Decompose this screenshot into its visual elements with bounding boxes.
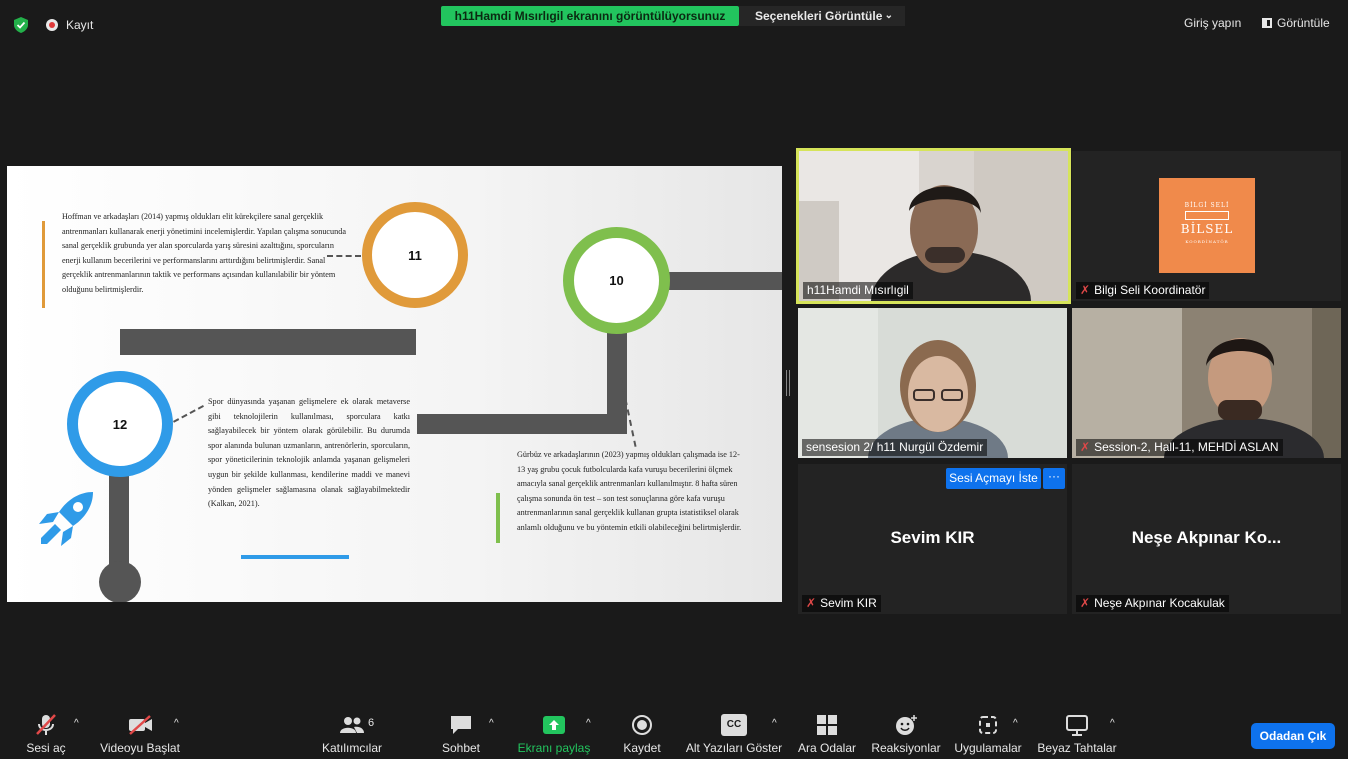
- top-bar: Kayıt h11Hamdi Mısırlıgil ekranını görün…: [0, 0, 1348, 50]
- video-tile-bilgi-seli[interactable]: BİLGİ SELİ BİLSEL KOORDİNATÖR ✗ Bilgi Sel…: [1072, 151, 1341, 301]
- mic-muted-icon: [36, 714, 56, 735]
- participant-name-tag: ✗ Bilgi Seli Koordinatör: [1076, 282, 1210, 299]
- apps-icon: [979, 716, 997, 734]
- share-options-caret[interactable]: ^: [586, 718, 591, 729]
- view-options-label: Seçenekleri Görüntüle: [755, 9, 883, 23]
- video-options-caret[interactable]: ^: [174, 718, 179, 729]
- share-screen-icon: [543, 716, 565, 734]
- apps-options-caret[interactable]: ^: [1013, 718, 1018, 729]
- step-11-circle: 11: [362, 202, 468, 308]
- accent-line-blue: [241, 555, 349, 559]
- video-tile-mehdi[interactable]: ✗ Session-2, Hall-11, MEHDİ ASLAN: [1072, 308, 1341, 458]
- rocket-icon: [39, 492, 93, 546]
- view-label: Görüntüle: [1277, 16, 1330, 30]
- text-block-11: Hoffman ve arkadaşları (2014) yapmış old…: [62, 212, 346, 294]
- unmute-button[interactable]: Sesi aç: [14, 708, 78, 759]
- logo-sub-text: KOORDİNATÖR: [1185, 239, 1229, 244]
- record-icon: [632, 715, 652, 735]
- logo-main-text: BİLSEL: [1180, 222, 1234, 236]
- record-button[interactable]: Kaydet: [616, 708, 668, 759]
- leave-room-button[interactable]: Odadan Çık: [1251, 723, 1335, 749]
- reactions-icon: [896, 715, 917, 735]
- participant-video: [799, 151, 1068, 301]
- shield-icon[interactable]: [14, 17, 28, 33]
- meeting-toolbar: Sesi aç ^ Videoyu Başlat ^ Katılımcılar …: [0, 708, 1348, 759]
- track-bar-right-top: [662, 272, 782, 290]
- participant-name-tag: ✗ Session-2, Hall-11, MEHDİ ASLAN: [1076, 439, 1283, 456]
- breakout-rooms-icon: [817, 715, 837, 735]
- participant-display-name: Neşe Akpınar Ko...: [1131, 528, 1282, 547]
- captions-options-caret[interactable]: ^: [772, 718, 777, 729]
- login-button[interactable]: Giriş yapın: [1184, 16, 1241, 30]
- participant-name-tag: ✗ Sevim KIR: [802, 595, 881, 612]
- captions-icon: CC: [721, 714, 747, 736]
- captions-button[interactable]: CC Alt Yazıları Göster: [684, 708, 784, 759]
- share-screen-button[interactable]: Ekranı paylaş: [514, 708, 594, 759]
- view-button[interactable]: Görüntüle: [1262, 16, 1330, 30]
- accent-bar-orange: [42, 221, 45, 308]
- chat-options-caret[interactable]: ^: [489, 718, 494, 729]
- connector-12: [173, 405, 204, 423]
- participant-video: [798, 308, 1067, 458]
- breakout-rooms-button[interactable]: Ara Odalar: [794, 708, 860, 759]
- mic-muted-icon: ✗: [1080, 596, 1091, 610]
- whiteboards-button[interactable]: Beyaz Tahtalar: [1036, 708, 1118, 759]
- participant-name-tag: sensesion 2/ h11 Nurgül Özdemir: [802, 439, 988, 456]
- text-block-10: Gürbüz ve arkadaşlarının (2023) yapmış o…: [517, 450, 742, 532]
- chat-icon: [451, 716, 471, 734]
- participants-icon: [340, 717, 364, 733]
- track-bar-top: [120, 329, 416, 355]
- text-block-12: Spor dünyasında yaşanan gelişmelere ek o…: [208, 397, 410, 509]
- start-video-button[interactable]: Videoyu Başlat: [96, 708, 184, 759]
- bilsel-logo: BİLGİ SELİ BİLSEL KOORDİNATÖR: [1159, 178, 1255, 273]
- track-horizontal-mid: [417, 414, 627, 434]
- video-tile-nurgul[interactable]: sensesion 2/ h11 Nurgül Özdemir: [798, 308, 1067, 458]
- participant-name-tag: ✗ Neşe Akpınar Kocakulak: [1076, 595, 1229, 612]
- audio-options-caret[interactable]: ^: [74, 718, 79, 729]
- logo-top-text: BİLGİ SELİ: [1184, 202, 1230, 209]
- video-off-icon: [129, 715, 152, 735]
- panel-resize-handle[interactable]: [786, 370, 790, 396]
- apps-button[interactable]: Uygulamalar: [950, 708, 1026, 759]
- mic-muted-icon: ✗: [806, 596, 817, 610]
- participants-count: 6: [368, 717, 375, 729]
- track-end-dot: [99, 561, 141, 602]
- recording-icon[interactable]: [46, 19, 58, 31]
- participant-video: [1072, 308, 1341, 458]
- recording-label[interactable]: Kayıt: [66, 18, 93, 32]
- track-vertical-12: [109, 466, 129, 576]
- chevron-down-icon: ⌄: [884, 10, 893, 21]
- step-12-circle: 12: [67, 371, 173, 477]
- shared-screen-slide: 11 10 12 Hoffman ve arkadaşları (2014) y…: [7, 166, 782, 602]
- participants-button[interactable]: Katılımcılar: [316, 708, 388, 759]
- step-10-circle: 10: [563, 227, 670, 334]
- participant-name-tag: h11Hamdi Mısırlıgil: [803, 282, 913, 299]
- chat-button[interactable]: Sohbet: [433, 708, 489, 759]
- whiteboard-icon: [1066, 715, 1088, 736]
- more-options-button[interactable]: ···: [1043, 468, 1065, 489]
- ask-to-unmute-button[interactable]: Sesi Açmayı İste: [946, 468, 1041, 489]
- screen-share-banner: h11Hamdi Mısırlıgil ekranını görüntülüyo…: [441, 6, 739, 26]
- whiteboard-options-caret[interactable]: ^: [1110, 718, 1115, 729]
- mic-muted-icon: ✗: [1080, 283, 1091, 297]
- layout-icon: [1262, 18, 1272, 28]
- logo-book: [1185, 211, 1229, 220]
- video-tile-h11hamdi[interactable]: h11Hamdi Mısırlıgil: [796, 148, 1071, 304]
- participant-display-name: Sevim KIR: [890, 528, 975, 547]
- reactions-button[interactable]: Reaksiyonlar: [870, 708, 942, 759]
- track-vertical-10: [607, 326, 627, 424]
- mic-muted-icon: ✗: [1080, 440, 1091, 454]
- accent-bar-green: [496, 493, 500, 543]
- view-options-button[interactable]: Seçenekleri Görüntüle ⌄: [739, 6, 905, 26]
- video-tile-nese[interactable]: Neşe Akpınar Ko... ✗ Neşe Akpınar Kocakul…: [1072, 464, 1341, 614]
